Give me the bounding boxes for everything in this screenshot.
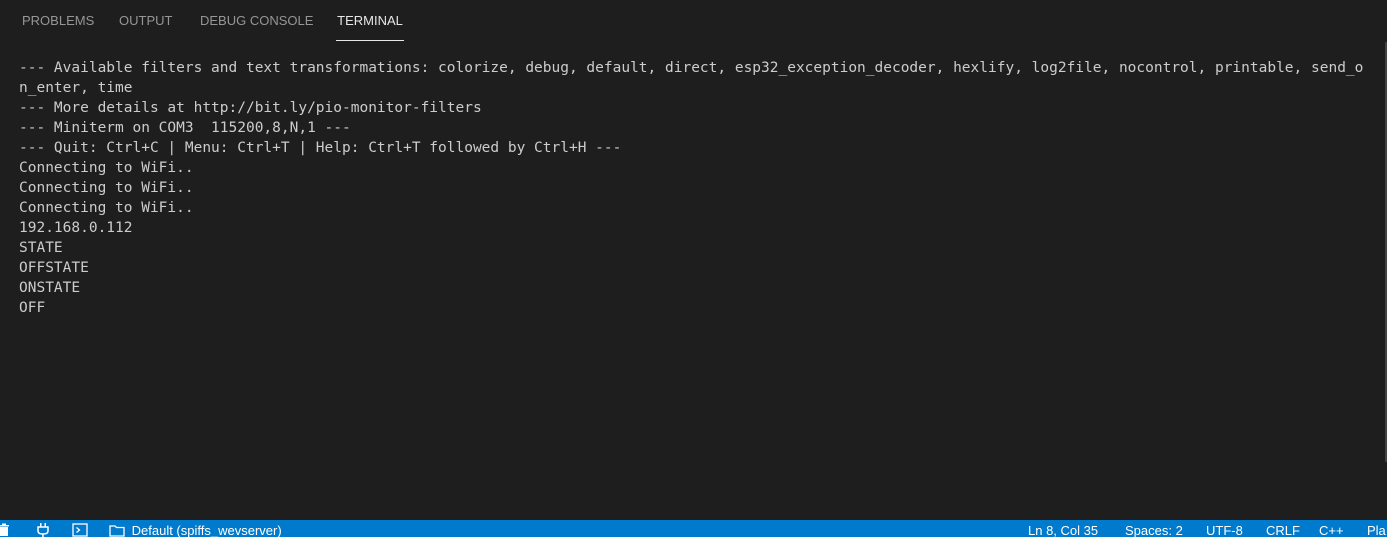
tab-debug-console-label: DEBUG CONSOLE <box>200 13 314 28</box>
project-env-selector[interactable]: Default (spiffs_wevserver) <box>109 523 282 537</box>
terminal-line: --- Miniterm on COM3 115200,8,N,1 --- <box>19 120 351 136</box>
project-env-label: Default (spiffs_wevserver) <box>131 523 282 537</box>
terminal-line: --- Quit: Ctrl+C | Menu: Ctrl+T | Help: … <box>19 140 622 156</box>
tab-problems-label: PROBLEMS <box>22 13 95 28</box>
tab-problems[interactable]: PROBLEMS <box>22 0 94 41</box>
status-bar: Default (spiffs_wevserver) Ln 8, Col 35 … <box>0 520 1387 537</box>
tab-debug-console[interactable]: DEBUG CONSOLE <box>200 0 313 41</box>
terminal-line: ONSTATE <box>19 280 81 296</box>
terminal-output[interactable]: --- Available filters and text transform… <box>19 58 1369 514</box>
tab-terminal-label: TERMINAL <box>337 13 403 28</box>
terminal-line: STATE <box>19 240 63 256</box>
terminal-line: OFF <box>19 300 46 316</box>
cursor-position[interactable]: Ln 8, Col 35 <box>1028 523 1098 537</box>
plug-icon[interactable] <box>37 523 49 537</box>
platform-indicator[interactable]: Pla <box>1367 523 1386 537</box>
terminal-line: --- Available filters and text transform… <box>19 60 1364 96</box>
tab-output[interactable]: OUTPUT <box>119 0 172 41</box>
terminal-line: OFFSTATE <box>19 260 89 276</box>
trash-icon[interactable] <box>0 523 10 537</box>
panel-tabs: PROBLEMS OUTPUT DEBUG CONSOLE TERMINAL <box>0 0 1387 41</box>
terminal-line: Connecting to WiFi.. <box>19 180 194 196</box>
encoding-setting[interactable]: UTF-8 <box>1206 523 1243 537</box>
terminal-line: Connecting to WiFi.. <box>19 200 194 216</box>
line-ending-setting[interactable]: CRLF <box>1266 523 1300 537</box>
tab-terminal-active-indicator <box>336 40 404 41</box>
folder-icon <box>109 523 129 537</box>
language-mode[interactable]: C++ <box>1319 523 1344 537</box>
indentation-setting[interactable]: Spaces: 2 <box>1125 523 1183 537</box>
terminal-line: 192.168.0.112 <box>19 220 133 236</box>
terminal-icon[interactable] <box>72 523 88 537</box>
terminal-line: Connecting to WiFi.. <box>19 160 194 176</box>
terminal-line: --- More details at http://bit.ly/pio-mo… <box>19 100 482 116</box>
tab-output-label: OUTPUT <box>119 13 173 28</box>
tab-terminal[interactable]: TERMINAL <box>336 0 404 41</box>
